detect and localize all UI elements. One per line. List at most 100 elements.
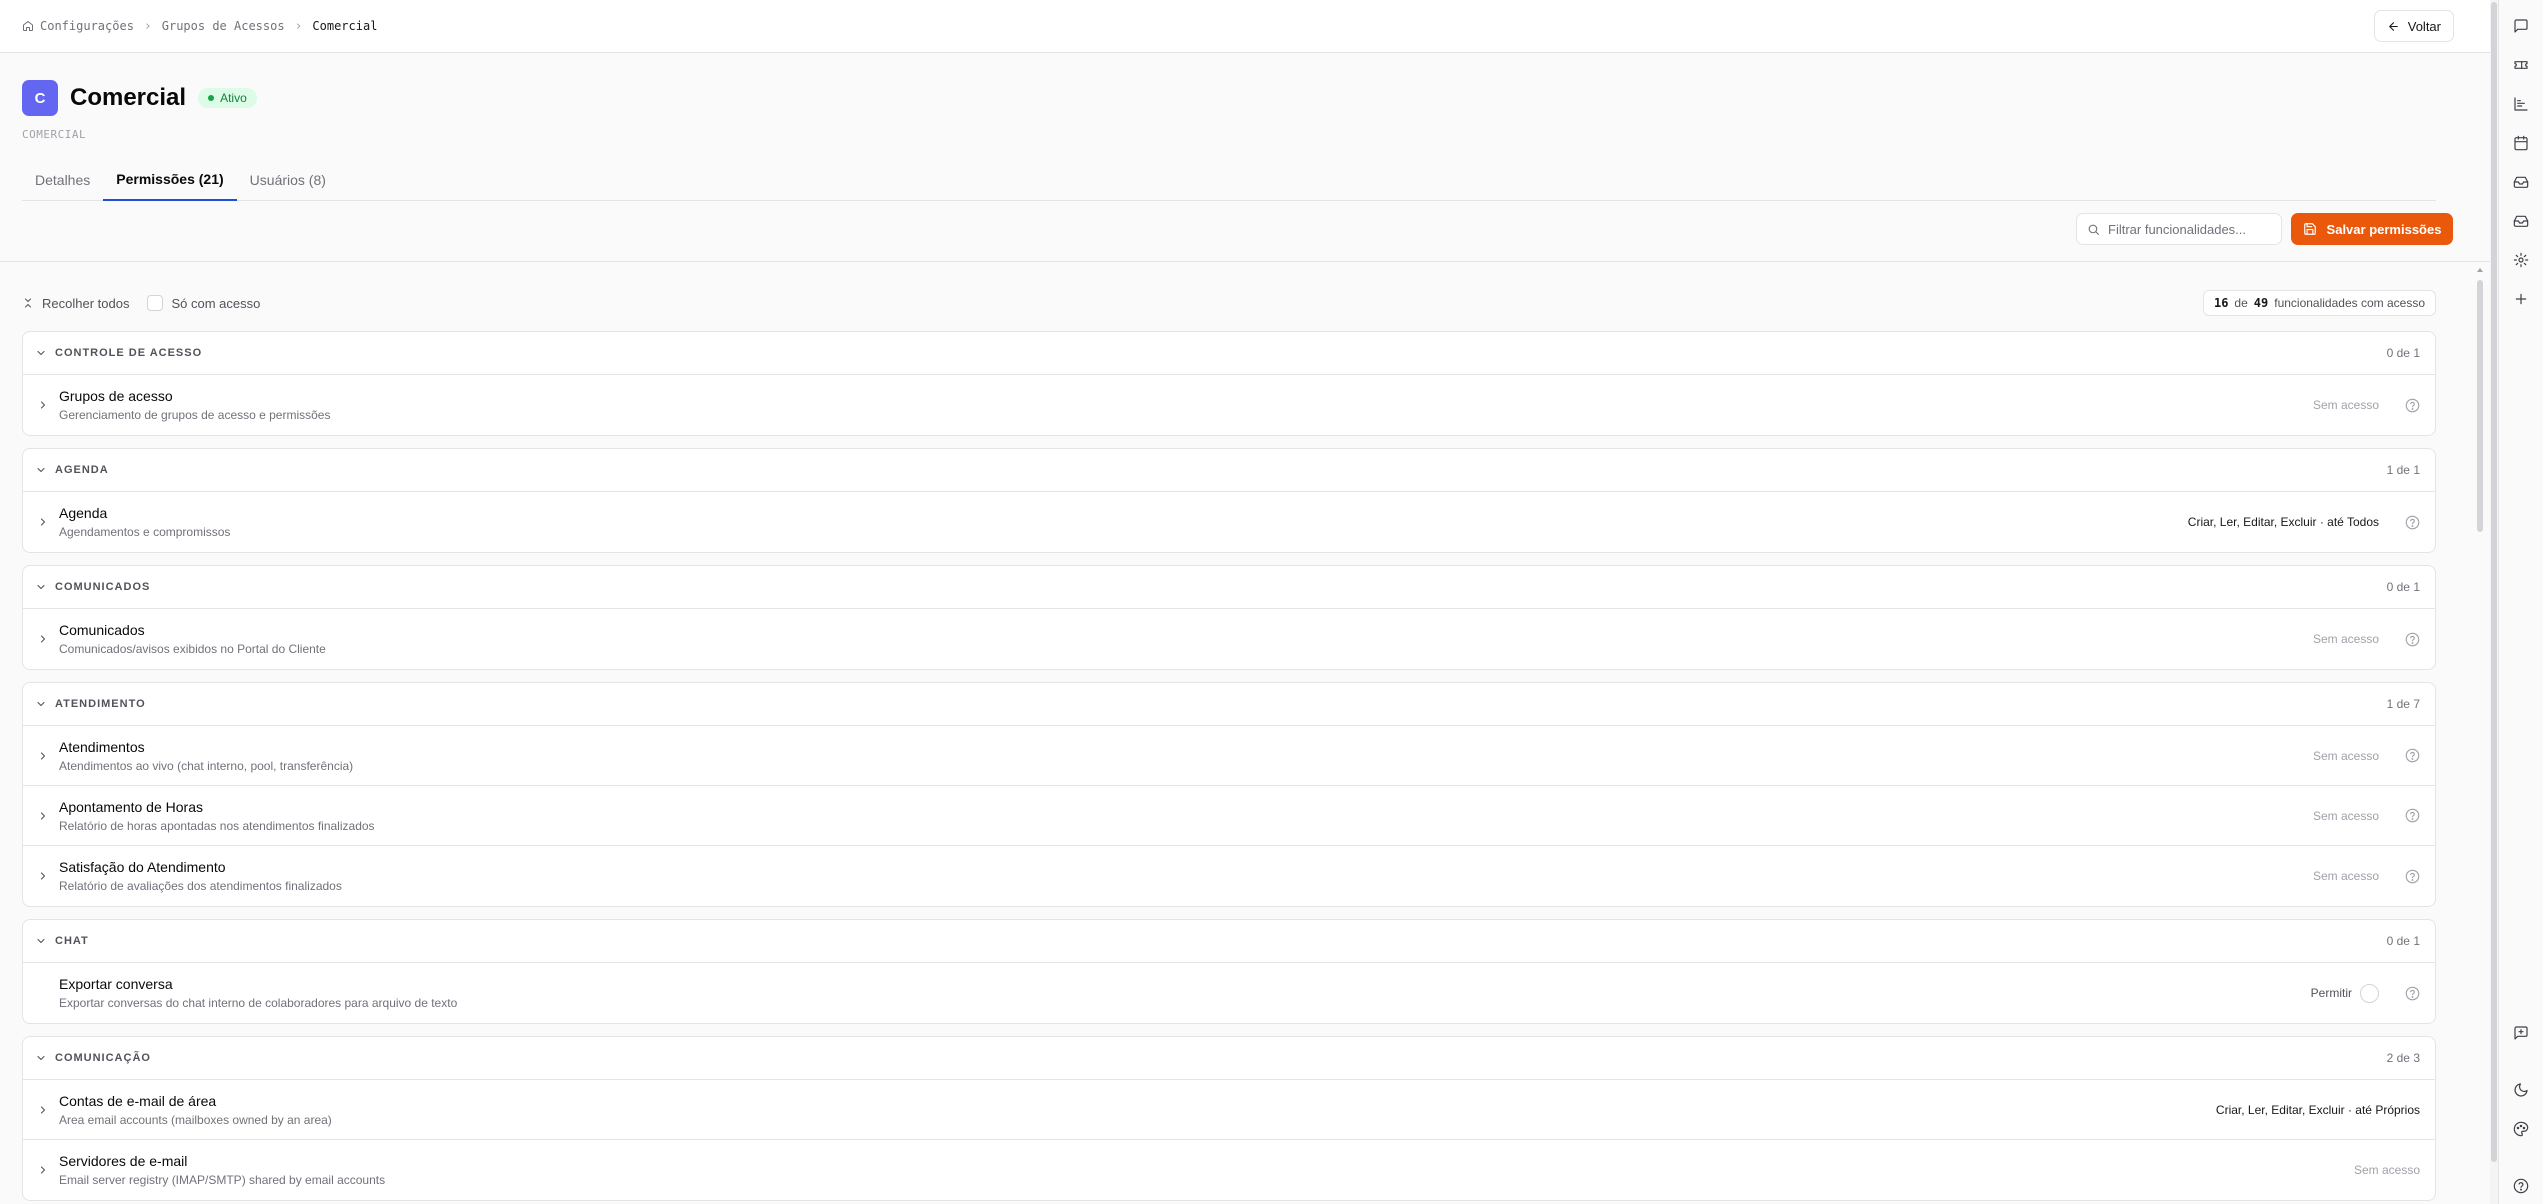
item-access-status: Criar, Ler, Editar, Excluir · até Própri…: [2215, 1102, 2420, 1117]
chevron-right-icon[interactable]: [35, 1164, 51, 1176]
help-circle-icon[interactable]: [2404, 808, 2420, 824]
group-name: CONTROLE DE ACESSO: [55, 347, 203, 359]
group-name: COMUNICADOS: [55, 581, 151, 593]
help-circle-icon[interactable]: [2404, 868, 2420, 884]
permit-checkbox[interactable]: [2360, 983, 2379, 1003]
permission-item[interactable]: Contas de e-mail de área Area email acco…: [23, 1080, 2435, 1140]
item-description: Gerenciamento de grupos de acesso e perm…: [59, 408, 331, 422]
item-description: Atendimentos ao vivo (chat interno, pool…: [59, 758, 354, 773]
permission-group-comunicacao: COMUNICAÇÃO 2 de 3 Contas de e-mail de á…: [22, 1036, 2436, 1201]
status-badge: Ativo: [198, 88, 257, 108]
item-access-status: Sem acesso: [2312, 632, 2379, 646]
permission-group-chat: CHAT 0 de 1 Exportar conversa Exportar c…: [22, 919, 2436, 1024]
group-header[interactable]: AGENDA 1 de 1: [23, 449, 2435, 492]
permission-item: Exportar conversa Exportar conversas do …: [23, 963, 2435, 1023]
save-permissions-label: Salvar permissões: [2326, 221, 2442, 237]
list-scrollbar[interactable]: [2476, 262, 2484, 1204]
breadcrumb-item-access-groups[interactable]: Grupos de Acessos: [162, 19, 285, 33]
permission-item[interactable]: Comunicados Comunicados/avisos exibidos …: [23, 609, 2435, 669]
inbox-alt-icon[interactable]: [2511, 211, 2531, 231]
chevron-right-icon[interactable]: [35, 633, 51, 645]
chevron-right-icon[interactable]: [35, 870, 51, 882]
breadcrumb-item-settings[interactable]: Configurações: [22, 19, 134, 33]
tab-details[interactable]: Detalhes: [22, 158, 103, 201]
page-title: Comercial: [70, 84, 187, 111]
back-button-label: Voltar: [2407, 18, 2441, 34]
only-access-label: Só com acesso: [171, 295, 261, 311]
chevron-right-icon[interactable]: [35, 516, 51, 528]
settings-icon[interactable]: [2511, 250, 2531, 270]
counter-current: 16: [2213, 296, 2229, 310]
group-count: 0 de 1: [2386, 934, 2420, 948]
item-description: Agendamentos e compromissos: [59, 525, 231, 539]
inbox-icon[interactable]: [2511, 172, 2531, 192]
page-scrollbar[interactable]: [2490, 0, 2498, 1204]
moon-icon[interactable]: [2511, 1080, 2531, 1100]
chevron-right-icon[interactable]: [35, 1104, 51, 1116]
save-permissions-button[interactable]: Salvar permissões: [2291, 213, 2453, 245]
item-description: Exportar conversas do chat interno de co…: [59, 996, 458, 1010]
filter-field[interactable]: [2076, 213, 2282, 245]
message-square-icon[interactable]: [2511, 1023, 2531, 1043]
permission-item[interactable]: Atendimentos Atendimentos ao vivo (chat …: [23, 726, 2435, 786]
item-title: Comunicados: [59, 622, 145, 638]
help-icon[interactable]: [2511, 1176, 2531, 1196]
chevron-down-icon: [35, 935, 47, 947]
collapse-all-label: Recolher todos: [42, 295, 130, 311]
help-circle-icon[interactable]: [2404, 748, 2420, 764]
item-description: Relatório de horas apontadas nos atendim…: [59, 818, 375, 833]
group-name: AGENDA: [55, 464, 109, 476]
tab-permissions[interactable]: Permissões (21): [103, 158, 237, 201]
page-scrollbar-thumb[interactable]: [2491, 2, 2497, 1162]
list-scrollbar-thumb[interactable]: [2477, 280, 2483, 532]
chart-icon[interactable]: [2511, 94, 2531, 114]
permission-item[interactable]: Apontamento de Horas Relatório de horas …: [23, 786, 2435, 846]
chevron-down-icon: [35, 1052, 47, 1064]
help-circle-icon[interactable]: [2404, 631, 2420, 647]
group-count: 1 de 1: [2386, 463, 2420, 477]
palette-icon[interactable]: [2511, 1119, 2531, 1139]
scroll-up-icon[interactable]: [2476, 266, 2484, 274]
collapse-all-button[interactable]: Recolher todos: [22, 296, 129, 311]
chat-icon[interactable]: [2511, 16, 2531, 36]
group-header[interactable]: CHAT 0 de 1: [23, 920, 2435, 963]
item-access-status: Sem acesso: [2312, 748, 2379, 763]
breadcrumb: Configurações › Grupos de Acessos › Come…: [22, 19, 377, 34]
permission-group-comunicados: COMUNICADOS 0 de 1 Comunicados Comunicad…: [22, 565, 2436, 670]
permission-groups-list: CONTROLE DE ACESSO 0 de 1 Grupos de aces…: [22, 331, 2436, 1204]
calendar-icon[interactable]: [2511, 133, 2531, 153]
back-button[interactable]: Voltar: [2373, 10, 2454, 42]
item-title: Grupos de acesso: [59, 388, 173, 404]
chevron-down-icon: [35, 464, 47, 476]
right-rail: [2498, 0, 2543, 1204]
group-header[interactable]: CONTROLE DE ACESSO 0 de 1: [23, 332, 2435, 375]
item-title: Servidores de e-mail: [59, 1153, 188, 1169]
permission-item[interactable]: Satisfação do Atendimento Relatório de a…: [23, 846, 2435, 906]
group-header[interactable]: ATENDIMENTO 1 de 7: [23, 683, 2435, 726]
help-circle-icon[interactable]: [2404, 514, 2420, 530]
group-header[interactable]: COMUNICAÇÃO 2 de 3: [23, 1037, 2435, 1080]
home-icon: [22, 20, 34, 32]
chevron-right-icon[interactable]: [35, 750, 51, 762]
group-header[interactable]: COMUNICADOS 0 de 1: [23, 566, 2435, 609]
permission-item[interactable]: Grupos de acesso Gerenciamento de grupos…: [23, 375, 2435, 435]
item-title: Exportar conversa: [59, 976, 173, 992]
plus-icon[interactable]: [2511, 289, 2531, 309]
help-circle-icon[interactable]: [2404, 397, 2420, 413]
permission-item[interactable]: Agenda Agendamentos e compromissos Criar…: [23, 492, 2435, 552]
help-circle-icon[interactable]: [2404, 985, 2420, 1001]
item-title: Apontamento de Horas: [59, 798, 203, 815]
item-description: Area email accounts (mailboxes owned by …: [59, 1112, 332, 1127]
permit-toggle[interactable]: Permitir: [2311, 983, 2379, 1003]
permission-item[interactable]: Servidores de e-mail Email server regist…: [23, 1140, 2435, 1200]
ticket-icon[interactable]: [2511, 55, 2531, 75]
chevron-right-icon[interactable]: [35, 810, 51, 822]
only-access-checkbox[interactable]: [147, 295, 164, 311]
chevron-right-icon[interactable]: [35, 399, 51, 411]
filter-input[interactable]: [2108, 221, 2268, 237]
item-access-status: Sem acesso: [2312, 808, 2379, 823]
item-access-status: Sem acesso: [2312, 398, 2379, 412]
item-title: Contas de e-mail de área: [59, 1092, 217, 1109]
tab-users[interactable]: Usuários (8): [237, 158, 339, 201]
only-access-filter[interactable]: Só com acesso: [147, 295, 260, 311]
